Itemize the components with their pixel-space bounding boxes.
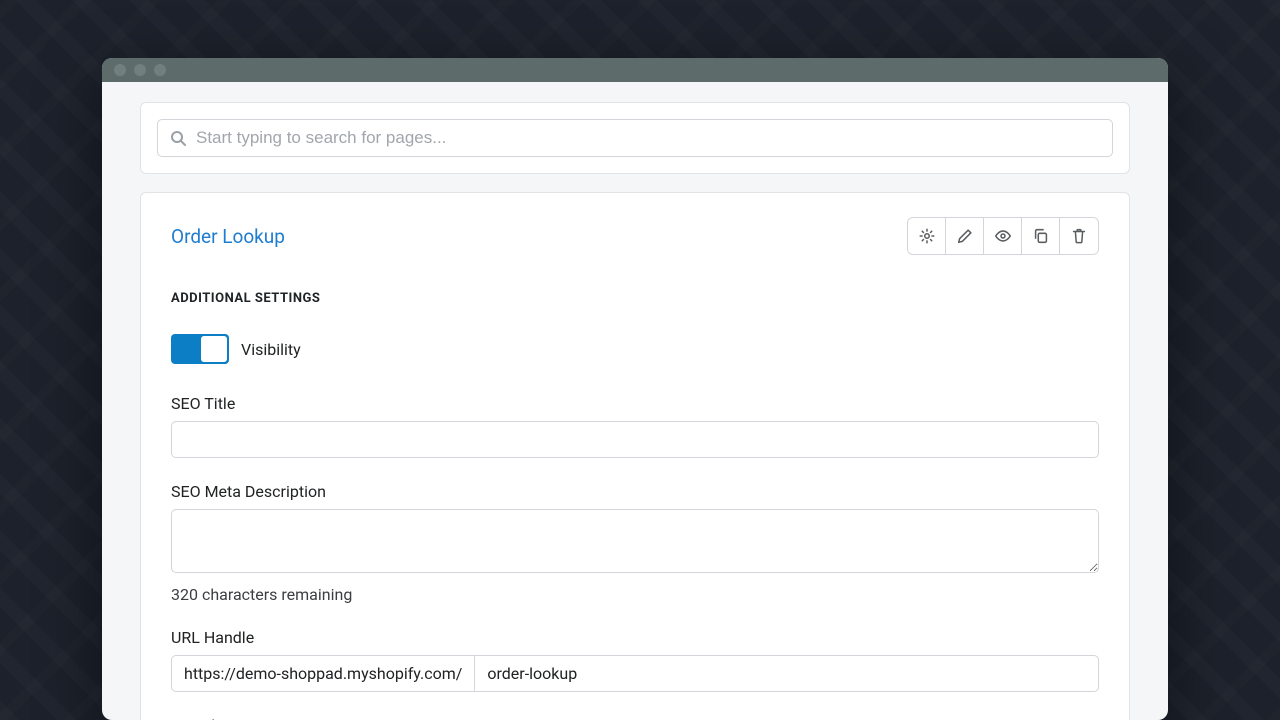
search-panel <box>140 102 1130 174</box>
search-box[interactable] <box>157 119 1113 157</box>
window-maximize-button[interactable] <box>154 64 166 76</box>
seo-meta-label: SEO Meta Description <box>171 482 1099 501</box>
seo-title-row: SEO Title <box>171 394 1099 458</box>
window-minimize-button[interactable] <box>134 64 146 76</box>
window-close-button[interactable] <box>114 64 126 76</box>
trash-icon <box>1070 227 1088 245</box>
section-title: ADDITIONAL SETTINGS <box>171 291 1099 306</box>
action-bar <box>907 217 1099 255</box>
url-handle-label: URL Handle <box>171 628 1099 647</box>
url-handle-row: URL Handle https://demo-shoppad.myshopif… <box>171 628 1099 692</box>
visibility-toggle[interactable] <box>171 334 229 364</box>
copy-button[interactable] <box>1022 218 1060 254</box>
page-header: Order Lookup <box>171 217 1099 255</box>
toggle-knob <box>201 336 227 362</box>
visibility-row: Visibility <box>171 334 1099 364</box>
edit-button[interactable] <box>946 218 984 254</box>
page-title-link[interactable]: Order Lookup <box>171 225 285 248</box>
page-card: Order Lookup <box>140 192 1130 720</box>
app-window: Order Lookup <box>102 58 1168 720</box>
seo-meta-input[interactable] <box>171 509 1099 573</box>
seo-title-label: SEO Title <box>171 394 1099 413</box>
template-label: Template <box>171 716 1099 720</box>
seo-meta-helper: 320 characters remaining <box>171 585 1099 604</box>
seo-meta-row: SEO Meta Description 320 characters rema… <box>171 482 1099 604</box>
window-titlebar <box>102 58 1168 82</box>
search-input[interactable] <box>196 128 1100 148</box>
url-prefix: https://demo-shoppad.myshopify.com/ <box>171 655 474 692</box>
template-row: Template page.details <box>171 716 1099 720</box>
gear-icon <box>918 227 936 245</box>
eye-icon <box>994 227 1012 245</box>
seo-title-input[interactable] <box>171 421 1099 458</box>
visibility-label: Visibility <box>241 340 301 359</box>
delete-button[interactable] <box>1060 218 1098 254</box>
settings-button[interactable] <box>908 218 946 254</box>
view-button[interactable] <box>984 218 1022 254</box>
url-handle-input[interactable] <box>474 655 1099 692</box>
copy-icon <box>1032 227 1050 245</box>
url-handle-group: https://demo-shoppad.myshopify.com/ <box>171 655 1099 692</box>
search-icon <box>170 130 186 146</box>
pencil-icon <box>956 227 974 245</box>
content-area: Order Lookup <box>102 82 1168 720</box>
